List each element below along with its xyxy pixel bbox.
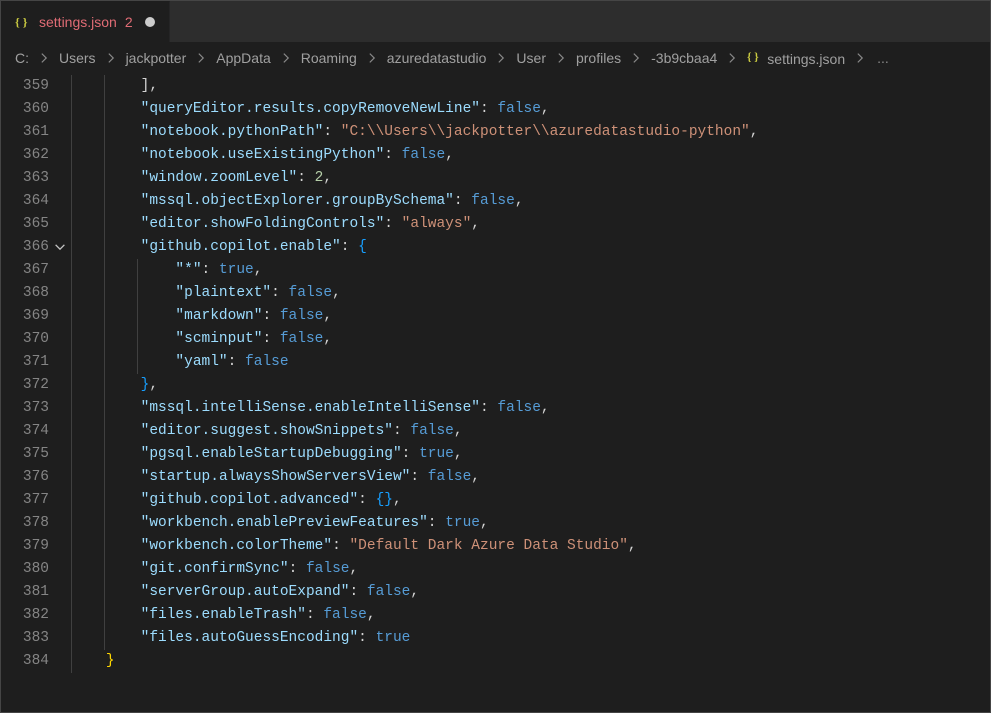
- line-number[interactable]: 362: [1, 144, 71, 167]
- breadcrumb: C: Users jackpotter AppData Roaming azuredata…: [1, 43, 990, 73]
- code-line[interactable]: "git.confirmSync": false,: [71, 558, 990, 581]
- line-number[interactable]: 364: [1, 190, 71, 213]
- line-number[interactable]: 373: [1, 397, 71, 420]
- editor-tab[interactable]: { } settings.json 2: [1, 1, 170, 42]
- line-number[interactable]: 381: [1, 581, 71, 604]
- code-content[interactable]: ], "queryEditor.results.copyRemoveNewLin…: [71, 73, 990, 712]
- breadcrumb-segment[interactable]: -3b9cbaa4: [651, 50, 717, 66]
- code-line[interactable]: "markdown": false,: [71, 305, 990, 328]
- breadcrumb-segment[interactable]: jackpotter: [126, 50, 187, 66]
- breadcrumb-segment[interactable]: User: [516, 50, 546, 66]
- breadcrumb-segment[interactable]: Users: [59, 50, 96, 66]
- line-number[interactable]: 374: [1, 420, 71, 443]
- code-line[interactable]: "scminput": false,: [71, 328, 990, 351]
- code-line[interactable]: "notebook.useExistingPython": false,: [71, 144, 990, 167]
- code-line[interactable]: "mssql.objectExplorer.groupBySchema": fa…: [71, 190, 990, 213]
- tab-bar-empty: [170, 1, 990, 42]
- code-line[interactable]: "files.enableTrash": false,: [71, 604, 990, 627]
- breadcrumb-overflow[interactable]: ...: [875, 50, 889, 66]
- line-number[interactable]: 376: [1, 466, 71, 489]
- code-line[interactable]: ],: [71, 75, 990, 98]
- line-number[interactable]: 360: [1, 98, 71, 121]
- fold-chevron-icon[interactable]: [53, 240, 67, 254]
- line-number[interactable]: 383: [1, 627, 71, 650]
- code-line[interactable]: "pgsql.enableStartupDebugging": true,: [71, 443, 990, 466]
- breadcrumb-segment[interactable]: AppData: [216, 50, 270, 66]
- line-number[interactable]: 370: [1, 328, 71, 351]
- code-line[interactable]: "files.autoGuessEncoding": true: [71, 627, 990, 650]
- code-line[interactable]: "editor.suggest.showSnippets": false,: [71, 420, 990, 443]
- line-number[interactable]: 363: [1, 167, 71, 190]
- line-number[interactable]: 365: [1, 213, 71, 236]
- code-line[interactable]: "queryEditor.results.copyRemoveNewLine":…: [71, 98, 990, 121]
- line-number[interactable]: 379: [1, 535, 71, 558]
- code-line[interactable]: "*": true,: [71, 259, 990, 282]
- json-file-icon: { }: [15, 14, 31, 30]
- chevron-right-icon: [100, 51, 122, 65]
- code-line[interactable]: }: [71, 650, 990, 673]
- chevron-right-icon: [275, 51, 297, 65]
- line-number[interactable]: 359: [1, 75, 71, 98]
- line-number[interactable]: 377: [1, 489, 71, 512]
- code-line[interactable]: "editor.showFoldingControls": "always",: [71, 213, 990, 236]
- unsaved-indicator-icon[interactable]: [145, 17, 155, 27]
- chevron-right-icon: [849, 51, 871, 65]
- line-number[interactable]: 382: [1, 604, 71, 627]
- chevron-right-icon: [625, 51, 647, 65]
- line-number[interactable]: 368: [1, 282, 71, 305]
- tab-problems-badge: 2: [125, 14, 133, 30]
- code-line[interactable]: "plaintext": false,: [71, 282, 990, 305]
- breadcrumb-segment[interactable]: azuredatastudio: [387, 50, 487, 66]
- code-line[interactable]: "github.copilot.advanced": {},: [71, 489, 990, 512]
- svg-text:{ }: { }: [15, 15, 28, 29]
- vertical-scrollbar[interactable]: [977, 72, 991, 713]
- line-number[interactable]: 380: [1, 558, 71, 581]
- code-line[interactable]: },: [71, 374, 990, 397]
- chevron-right-icon: [490, 51, 512, 65]
- chevron-right-icon: [361, 51, 383, 65]
- json-file-icon: { }: [747, 49, 762, 64]
- breadcrumb-segment[interactable]: { }settings.json: [747, 49, 845, 67]
- line-number[interactable]: 371: [1, 351, 71, 374]
- code-line[interactable]: "notebook.pythonPath": "C:\\Users\\jackp…: [71, 121, 990, 144]
- code-line[interactable]: "serverGroup.autoExpand": false,: [71, 581, 990, 604]
- chevron-right-icon: [190, 51, 212, 65]
- code-line[interactable]: "yaml": false: [71, 351, 990, 374]
- code-line[interactable]: "workbench.colorTheme": "Default Dark Az…: [71, 535, 990, 558]
- code-line[interactable]: "workbench.enablePreviewFeatures": true,: [71, 512, 990, 535]
- code-editor[interactable]: 3593603613623633643653663673683693703713…: [1, 73, 990, 712]
- line-number[interactable]: 384: [1, 650, 71, 673]
- code-line[interactable]: "startup.alwaysShowServersView": false,: [71, 466, 990, 489]
- line-number[interactable]: 366: [1, 236, 71, 259]
- code-line[interactable]: "github.copilot.enable": {: [71, 236, 990, 259]
- line-number[interactable]: 369: [1, 305, 71, 328]
- breadcrumb-segment[interactable]: Roaming: [301, 50, 357, 66]
- breadcrumb-segment[interactable]: C:: [15, 50, 29, 66]
- breadcrumb-segment[interactable]: profiles: [576, 50, 621, 66]
- code-line[interactable]: "mssql.intelliSense.enableIntelliSense":…: [71, 397, 990, 420]
- line-number[interactable]: 372: [1, 374, 71, 397]
- line-number[interactable]: 378: [1, 512, 71, 535]
- tab-bar: { } settings.json 2: [1, 1, 990, 43]
- line-number-gutter: 3593603613623633643653663673683693703713…: [1, 73, 71, 712]
- line-number[interactable]: 361: [1, 121, 71, 144]
- chevron-right-icon: [550, 51, 572, 65]
- line-number[interactable]: 367: [1, 259, 71, 282]
- code-line[interactable]: "window.zoomLevel": 2,: [71, 167, 990, 190]
- svg-text:{ }: { }: [747, 51, 759, 63]
- tab-filename: settings.json: [39, 14, 117, 30]
- chevron-right-icon: [33, 51, 55, 65]
- line-number[interactable]: 375: [1, 443, 71, 466]
- chevron-right-icon: [721, 51, 743, 65]
